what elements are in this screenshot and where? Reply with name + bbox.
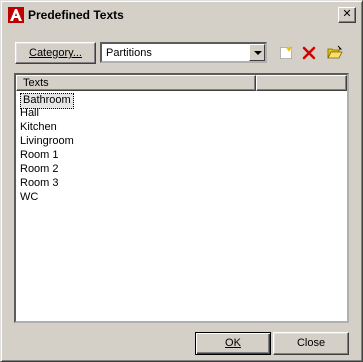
list-item[interactable]: Room 2: [18, 163, 76, 177]
category-select-value: Partitions: [106, 47, 152, 59]
title-bar: Predefined Texts ✕: [4, 4, 359, 26]
list-rows: Bathroom Hall Kitchen Livingroom Room 1 …: [18, 93, 76, 205]
window-close-button[interactable]: ✕: [338, 7, 356, 23]
open-folder-icon[interactable]: [327, 45, 343, 61]
ok-button[interactable]: OK: [195, 332, 271, 355]
category-button[interactable]: Category...: [15, 42, 96, 64]
app-icon: [8, 7, 24, 23]
texts-list[interactable]: Texts Bathroom Hall Kitchen Livingroom R…: [14, 73, 349, 323]
list-item[interactable]: Kitchen: [18, 121, 76, 135]
new-item-icon[interactable]: [278, 45, 294, 61]
dialog-title: Predefined Texts: [28, 8, 124, 22]
ok-button-label: OK: [225, 337, 241, 349]
predefined-texts-dialog: Predefined Texts ✕ Category... Partition…: [0, 0, 363, 362]
list-item[interactable]: Bathroom: [18, 93, 76, 109]
list-item[interactable]: Room 3: [18, 177, 76, 191]
list-item[interactable]: WC: [18, 191, 76, 205]
list-header: Texts: [16, 75, 347, 91]
close-button[interactable]: Close: [273, 332, 349, 355]
list-item[interactable]: Room 1: [18, 149, 76, 163]
list-item[interactable]: Hall: [18, 107, 76, 121]
close-button-label: Close: [296, 337, 326, 349]
category-button-label: Category...: [29, 47, 82, 59]
column-header-texts[interactable]: Texts: [16, 75, 256, 91]
chevron-down-icon[interactable]: [249, 44, 265, 61]
delete-icon[interactable]: [301, 45, 317, 61]
list-item[interactable]: Livingroom: [18, 135, 76, 149]
column-header-empty[interactable]: [256, 75, 347, 91]
category-select[interactable]: Partitions: [100, 42, 267, 63]
